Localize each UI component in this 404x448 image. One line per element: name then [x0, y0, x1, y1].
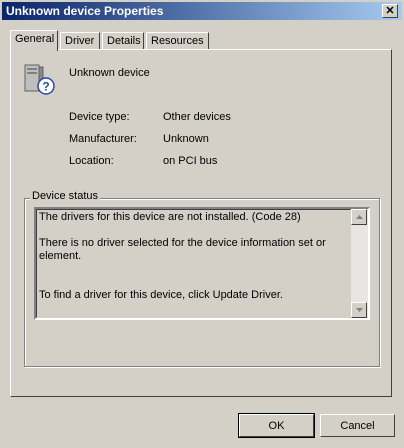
- tab-driver[interactable]: Driver: [60, 32, 100, 50]
- tab-general[interactable]: General: [10, 30, 58, 51]
- device-status-text: The drivers for this device are not inst…: [36, 209, 351, 318]
- arrow-up-icon: [355, 215, 363, 219]
- arrow-down-icon: [355, 308, 363, 312]
- cancel-button[interactable]: Cancel: [320, 414, 395, 437]
- scroll-up-button[interactable]: [351, 209, 367, 225]
- status-line: [39, 263, 348, 276]
- status-line: There is no driver selected for the devi…: [39, 237, 329, 262]
- close-icon: ✕: [385, 4, 395, 17]
- tab-resources[interactable]: Resources: [146, 32, 209, 50]
- location-label: Location:: [69, 155, 114, 167]
- manufacturer-label: Manufacturer:: [69, 133, 137, 145]
- status-line: [39, 224, 348, 237]
- location-value: on PCI bus: [163, 155, 218, 167]
- properties-dialog: Unknown device Properties ✕ General Driv…: [0, 0, 404, 448]
- title-bar[interactable]: Unknown device Properties ✕: [2, 2, 402, 20]
- svg-text:?: ?: [42, 80, 49, 94]
- status-line: [39, 276, 348, 289]
- status-line: To find a driver for this device, click …: [39, 289, 283, 301]
- device-status-textbox[interactable]: The drivers for this device are not inst…: [34, 207, 370, 320]
- unknown-device-icon: ?: [22, 62, 56, 96]
- device-name: Unknown device: [69, 67, 150, 79]
- manufacturer-value: Unknown: [163, 133, 209, 145]
- device-type-value: Other devices: [163, 111, 231, 123]
- vertical-scrollbar[interactable]: [351, 209, 368, 318]
- device-type-label: Device type:: [69, 111, 130, 123]
- scroll-down-button[interactable]: [351, 302, 367, 318]
- status-line: The drivers for this device are not inst…: [39, 211, 301, 223]
- device-status-label: Device status: [30, 190, 101, 202]
- ok-button[interactable]: OK: [238, 413, 315, 438]
- close-button[interactable]: ✕: [382, 4, 398, 18]
- window-title: Unknown device Properties: [6, 4, 164, 18]
- tab-details[interactable]: Details: [102, 32, 144, 50]
